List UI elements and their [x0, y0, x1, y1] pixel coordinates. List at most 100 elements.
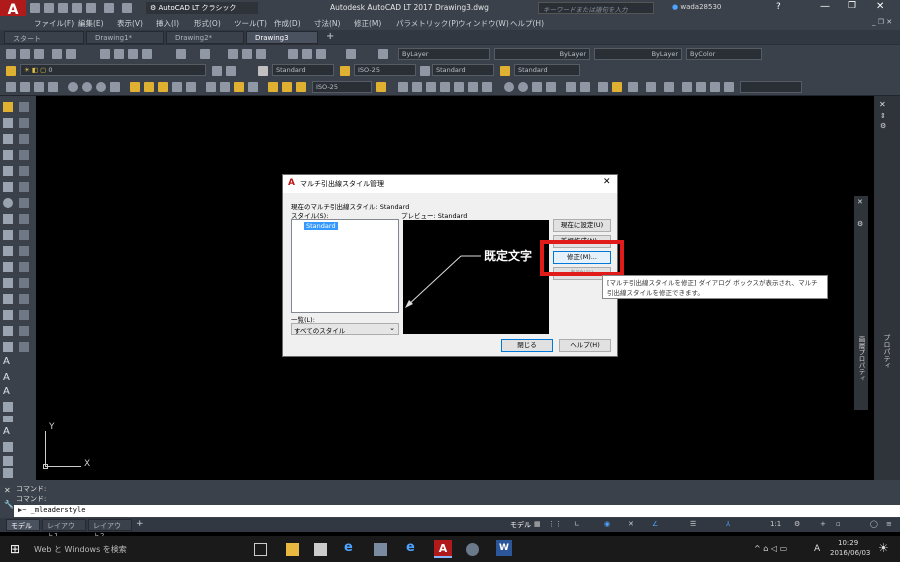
undo-icon[interactable] — [104, 3, 114, 13]
isolate-icon[interactable]: ▫ — [836, 520, 841, 528]
ellipse-tool-icon[interactable] — [3, 246, 13, 256]
move-tool-icon[interactable] — [19, 182, 29, 192]
list-filter-select[interactable]: すべてのスタイル ⌄ — [291, 323, 399, 335]
app-icon[interactable] — [466, 543, 479, 556]
table-style-combo[interactable]: Standard — [432, 64, 494, 76]
fullscreen-icon[interactable]: ◯ — [870, 520, 878, 528]
arc-icon[interactable] — [482, 82, 492, 92]
help-button[interactable]: ヘルプ(H) — [559, 339, 611, 352]
lineweight-combo[interactable]: ByLayer — [594, 48, 682, 60]
polyline-icon[interactable] — [440, 82, 450, 92]
table-icon[interactable] — [682, 82, 692, 92]
polar-icon[interactable]: ◉ — [604, 520, 610, 528]
fillet-tool-icon[interactable] — [19, 326, 29, 336]
tab-start[interactable]: スタート — [4, 31, 84, 44]
plotstyle-combo[interactable]: ByColor — [686, 48, 762, 60]
grid-icon[interactable]: ▦ — [534, 520, 541, 528]
table-tool-icon[interactable] — [3, 342, 13, 352]
quick-dim-icon[interactable] — [130, 82, 140, 92]
tab-layout1[interactable]: レイアウト1 — [42, 519, 86, 540]
make-current-icon[interactable] — [212, 66, 222, 76]
save-as-icon[interactable] — [72, 3, 82, 13]
mtext-tool-icon[interactable]: A — [3, 356, 10, 367]
quickcalc-icon[interactable] — [346, 49, 356, 59]
menu-file[interactable]: ファイル(F) — [34, 18, 74, 29]
add-layout-button[interactable]: + — [136, 519, 144, 529]
redo-icon[interactable] — [200, 49, 210, 59]
close-button[interactable]: ✕ — [876, 1, 884, 12]
lineweight-icon[interactable]: ☰ — [690, 520, 696, 528]
tab-layout2[interactable]: レイアウト2 — [88, 519, 132, 540]
ie-icon[interactable]: e — [406, 540, 415, 555]
point-icon[interactable] — [612, 82, 622, 92]
donut-icon[interactable] — [518, 82, 528, 92]
palette-options-icon[interactable]: ⇕ — [880, 112, 886, 120]
layer-dropdown[interactable]: ☀ ◧ ▢ 0 — [20, 64, 206, 76]
xline-tool-icon[interactable] — [3, 118, 13, 128]
line-icon[interactable] — [398, 82, 408, 92]
erase-tool-icon[interactable] — [19, 102, 29, 112]
zoom-window-icon[interactable] — [256, 49, 266, 59]
point-tool-icon[interactable] — [3, 278, 13, 288]
arc-dim-icon[interactable] — [34, 82, 44, 92]
layer-combo[interactable]: ByLayer — [398, 48, 490, 60]
jogged-linear-icon[interactable] — [248, 82, 258, 92]
menu-view[interactable]: 表示(V) — [117, 18, 143, 29]
linear-dim-icon[interactable] — [6, 82, 16, 92]
text-tool-icon[interactable]: A — [3, 372, 10, 383]
wrench-icon[interactable]: 🔧 — [4, 500, 14, 509]
line-tool-icon[interactable] — [3, 102, 13, 112]
mirror-tool-icon[interactable] — [19, 134, 29, 144]
insert-block-icon[interactable] — [580, 82, 590, 92]
maximize-button[interactable]: ❐ — [848, 1, 856, 11]
chamfer-tool-icon[interactable] — [19, 310, 29, 320]
undo-icon[interactable] — [176, 49, 186, 59]
gradient-icon[interactable] — [646, 82, 656, 92]
table-style-icon[interactable] — [420, 66, 430, 76]
dim-style-manager-icon[interactable] — [376, 82, 386, 92]
otrack-icon[interactable]: ∠ — [652, 520, 658, 528]
media-icon[interactable] — [374, 543, 387, 556]
rectangle-icon[interactable] — [468, 82, 478, 92]
file-explorer-icon[interactable] — [286, 543, 299, 556]
close-dialog-button[interactable]: 閉じる — [501, 339, 553, 352]
continue-dim-icon[interactable] — [158, 82, 168, 92]
text-edit-icon[interactable]: A — [3, 426, 10, 437]
break-tool-icon[interactable] — [19, 278, 29, 288]
cut-icon[interactable] — [100, 49, 110, 59]
rotate-tool-icon[interactable] — [19, 198, 29, 208]
snap-icon[interactable]: ⋮⋮ — [548, 520, 562, 528]
xline-icon[interactable] — [426, 82, 436, 92]
redo-icon[interactable] — [122, 3, 132, 13]
tab-drawing3[interactable]: Drawing3 — [246, 31, 318, 44]
workspace-gear-icon[interactable]: ⚙ — [794, 520, 800, 528]
empty-combo[interactable] — [740, 81, 802, 93]
dim-text-edit-icon[interactable] — [282, 82, 292, 92]
polygon-tool-icon[interactable] — [3, 150, 13, 160]
polyline-tool-icon[interactable] — [3, 134, 13, 144]
tolerance-icon[interactable] — [206, 82, 216, 92]
layer-palette-gear-icon[interactable]: ⚙ — [857, 220, 863, 228]
extend-tool-icon[interactable] — [19, 262, 29, 272]
aligned-dim-icon[interactable] — [20, 82, 30, 92]
baseline-dim-icon[interactable] — [144, 82, 154, 92]
properties-palette-tab[interactable]: プロパティ — [880, 334, 892, 384]
store-icon[interactable] — [314, 543, 327, 556]
tab-drawing2[interactable]: Drawing2* — [166, 31, 244, 44]
set-current-button[interactable]: 現在に設定(U) — [553, 219, 611, 232]
ray-icon[interactable] — [412, 82, 422, 92]
new-tab-button[interactable]: + — [326, 31, 334, 42]
paste-icon[interactable] — [128, 49, 138, 59]
text-style-icon[interactable] — [258, 66, 268, 76]
layer-manager-icon[interactable] — [6, 66, 16, 76]
block-tool-icon[interactable] — [3, 262, 13, 272]
dim-space-icon[interactable] — [172, 82, 182, 92]
minimize-button[interactable]: — — [820, 1, 830, 12]
search-input[interactable]: キーワードまたは語句を入力 — [538, 2, 654, 14]
menu-tools[interactable]: ツール(T) — [234, 18, 267, 29]
scale-tool-icon[interactable] — [19, 214, 29, 224]
join-tool-icon[interactable] — [19, 294, 29, 304]
dim-update-icon[interactable] — [296, 82, 306, 92]
region-tool-icon[interactable] — [3, 326, 13, 336]
user-account[interactable]: ● wada28530 — [672, 3, 721, 11]
